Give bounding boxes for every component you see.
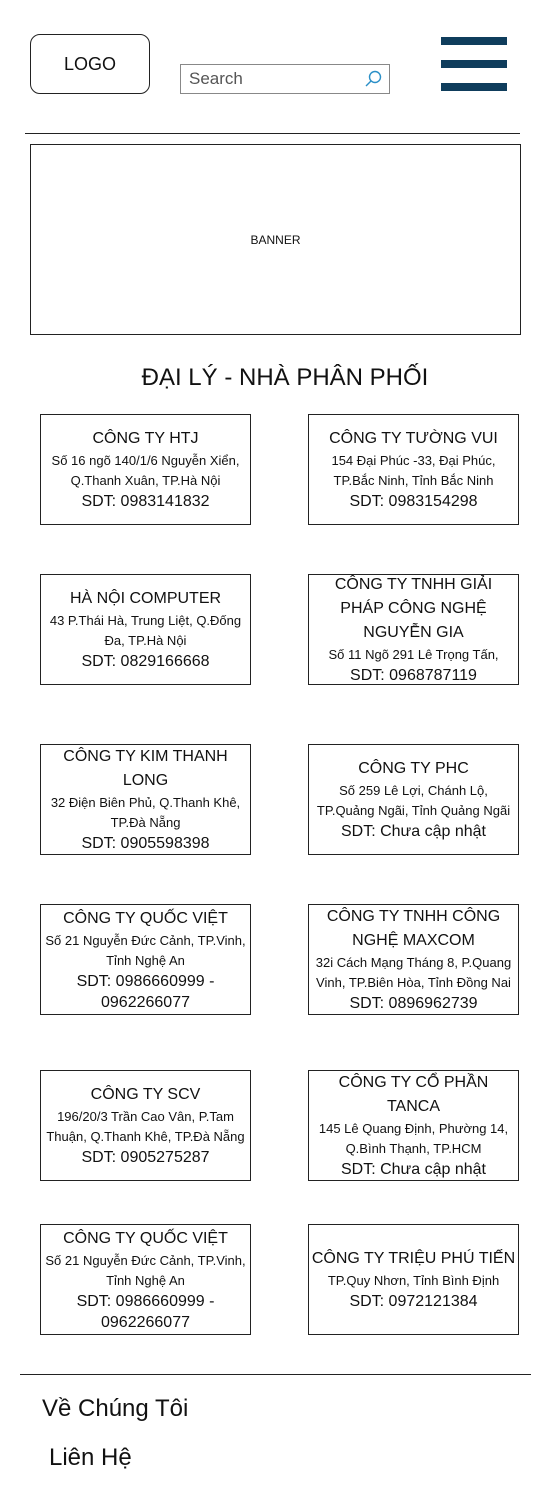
dealer-phone: SDT: 0896962739 xyxy=(349,995,478,1012)
dealer-card[interactable]: CÔNG TY SCV 196/20/3 Trần Cao Vân, P.Tam… xyxy=(40,1070,251,1181)
dealer-name: CÔNG TY QUỐC VIỆT xyxy=(63,909,228,927)
dealer-phone: SDT: Chưa cập nhật xyxy=(340,1161,486,1178)
search-icon[interactable] xyxy=(363,69,383,89)
search-box[interactable] xyxy=(180,64,390,94)
dealer-address: Số 21 Nguyễn Đức Cảnh, TP.Vinh, Tỉnh Ngh… xyxy=(45,932,246,968)
footer-divider xyxy=(20,1374,531,1375)
dealer-name: CÔNG TY PHC xyxy=(358,760,469,777)
dealer-name: HÀ NỘI COMPUTER xyxy=(69,590,222,607)
dealer-name: CÔNG TY KIM THANH LONG xyxy=(63,748,228,789)
dealer-name: CÔNG TY QUỐC VIỆT xyxy=(63,1229,228,1247)
dealer-card[interactable]: CÔNG TY CỔ PHẦN TANCA 145 Lê Quang Định,… xyxy=(308,1070,519,1181)
dealer-card[interactable]: CÔNG TY TRIỆU PHÚ TIẾN TP.Quy Nhơn, Tỉnh… xyxy=(308,1224,519,1335)
dealer-card[interactable]: CÔNG TY PHC Số 259 Lê Lợi, Chánh Lộ, TP.… xyxy=(308,744,519,855)
dealer-address: 154 Đại Phúc -33, Đại Phúc, TP.Bắc Ninh,… xyxy=(331,453,496,488)
dealer-address: Số 259 Lê Lợi, Chánh Lộ, TP.Quảng Ngãi, … xyxy=(316,783,511,818)
dealer-name: CÔNG TY SCV xyxy=(90,1086,201,1103)
dealer-card[interactable]: CÔNG TY TƯỜNG VUI 154 Đại Phúc -33, Đại … xyxy=(308,414,519,525)
dealer-card[interactable]: CÔNG TY HTJ Số 16 ngõ 140/1/6 Nguyễn Xiể… xyxy=(40,414,251,525)
dealer-phone: SDT: 0905275287 xyxy=(81,1149,210,1166)
menu-bar xyxy=(441,37,507,45)
footer-link-contact[interactable]: Liên Hệ xyxy=(49,1444,132,1472)
search-input[interactable] xyxy=(187,68,363,90)
dealer-address: TP.Quy Nhơn, Tỉnh Bình Định xyxy=(327,1273,500,1288)
logo[interactable]: LOGO xyxy=(30,34,150,94)
dealer-card[interactable]: CÔNG TY QUỐC VIỆT Số 21 Nguyễn Đức Cảnh,… xyxy=(40,904,251,1015)
header-divider xyxy=(25,133,520,134)
dealer-phone: SDT: 0983141832 xyxy=(81,493,210,510)
footer-link-about[interactable]: Về Chúng Tôi xyxy=(42,1395,188,1423)
dealer-card[interactable]: CÔNG TY KIM THANH LONG 32 Điện Biên Phủ,… xyxy=(40,744,251,855)
dealer-name: CÔNG TY TƯỜNG VUI xyxy=(329,430,498,447)
dealer-phone: SDT: Chưa cập nhật xyxy=(340,823,486,840)
dealer-address: 196/20/3 Trần Cao Vân, P.Tam Thuận, Q.Th… xyxy=(46,1109,245,1144)
dealer-phone: SDT: 0968787119 xyxy=(350,667,477,684)
dealer-name: CÔNG TY TNHH CÔNG NGHỆ MAXCOM xyxy=(326,908,501,949)
dealer-phone: SDT: 0983154298 xyxy=(349,493,478,510)
dealer-card[interactable]: CÔNG TY TNHH CÔNG NGHỆ MAXCOM 32i Cách M… xyxy=(308,904,519,1015)
hamburger-menu-icon[interactable] xyxy=(441,37,507,91)
dealer-name: CÔNG TY TRIỆU PHÚ TIẾN xyxy=(311,1250,516,1267)
dealer-address: 32i Cách Mạng Tháng 8, P.Quang Vinh, TP.… xyxy=(315,955,512,990)
dealer-name: CÔNG TY TNHH GIẢI PHÁP CÔNG NGHỆ NGUYỄN … xyxy=(334,576,493,641)
dealer-phone: SDT: 0972121384 xyxy=(349,1293,478,1310)
banner[interactable]: BANNER xyxy=(30,144,521,335)
dealer-address: Số 11 Ngõ 291 Lê Trọng Tấn, xyxy=(328,647,499,662)
dealer-phone: SDT: 0986660999 - 0962266077 xyxy=(76,972,215,1011)
dealer-name: CÔNG TY CỔ PHẦN TANCA xyxy=(338,1074,489,1115)
dealer-card[interactable]: CÔNG TY TNHH GIẢI PHÁP CÔNG NGHỆ NGUYỄN … xyxy=(308,574,519,685)
dealer-card[interactable]: CÔNG TY QUỐC VIỆT Số 21 Nguyễn Đức Cảnh,… xyxy=(40,1224,251,1335)
menu-bar xyxy=(441,60,507,68)
dealer-phone: SDT: 0829166668 xyxy=(81,653,210,670)
dealer-address: 32 Điện Biên Phủ, Q.Thanh Khê, TP.Đà Nẵn… xyxy=(50,795,241,830)
dealer-address: 145 Lê Quang Định, Phường 14, Q.Bình Thạ… xyxy=(318,1121,509,1156)
dealer-phone: SDT: 0905598398 xyxy=(81,835,210,852)
dealer-phone: SDT: 0986660999 - 0962266077 xyxy=(76,1292,215,1331)
dealer-address: Số 16 ngõ 140/1/6 Nguyễn Xiển, Q.Thanh X… xyxy=(51,453,240,488)
menu-bar xyxy=(441,83,507,91)
dealer-address: 43 P.Thái Hà, Trung Liệt, Q.Đống Đa, TP.… xyxy=(49,613,242,648)
dealer-card[interactable]: HÀ NỘI COMPUTER 43 P.Thái Hà, Trung Liệt… xyxy=(40,574,251,685)
dealer-name: CÔNG TY HTJ xyxy=(92,430,199,447)
section-title: ĐẠI LÝ - NHÀ PHÂN PHỐI xyxy=(141,364,429,391)
dealer-address: Số 21 Nguyễn Đức Cảnh, TP.Vinh, Tỉnh Ngh… xyxy=(45,1252,246,1288)
